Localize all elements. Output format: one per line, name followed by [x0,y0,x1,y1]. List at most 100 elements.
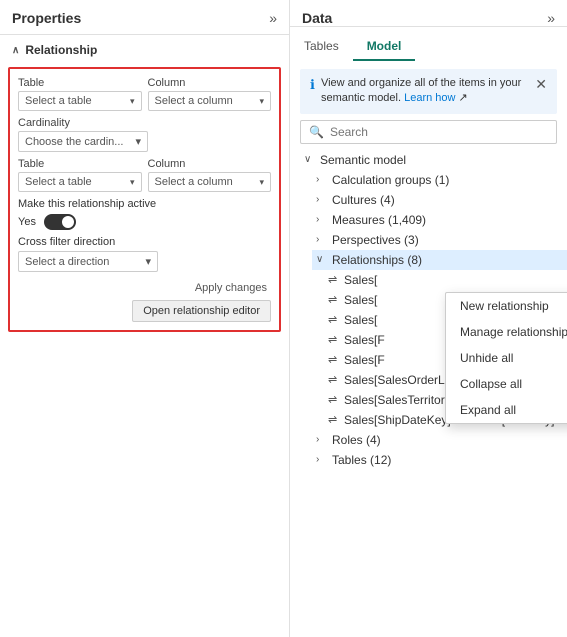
cross-filter-section: Cross filter direction Select a directio… [18,236,271,272]
context-menu-manage-relationships[interactable]: Manage relationships [446,319,567,345]
cross-filter-label: Cross filter direction [18,236,271,248]
tree-item-label: Perspectives (3) [332,233,419,247]
tree-item-relationships[interactable]: ∨ Relationships (8) [312,250,567,270]
tree-rel-label-4: Sales[F [344,353,385,367]
chevron-roles: › [316,434,328,445]
toggle-yes-label: Yes [18,216,36,228]
context-menu-collapse-all[interactable]: Collapse all [446,371,567,397]
table1-group: Table Select a table ▾ [18,77,142,111]
button-row: Apply changes Open relationship editor [18,280,271,322]
tree-item-label: Measures (1,409) [332,213,426,227]
panel-header: Properties » [0,0,289,35]
context-menu: New relationship Manage relationships Un… [445,292,567,424]
rel-icon-6: ⇌ [328,393,340,406]
learn-how-link[interactable]: Learn how [404,92,455,104]
direction-select[interactable]: Select a direction ▾ [18,251,158,272]
column2-value: Select a column [155,176,233,188]
rel-icon-2: ⇌ [328,313,340,326]
right-title: Data [302,10,332,26]
panel-title: Properties [12,10,81,26]
tree-rel-label-1: Sales[ [344,293,377,307]
chevron-calc: › [316,174,328,185]
rel-icon-1: ⇌ [328,293,340,306]
tree-item-label: Relationships (8) [332,253,422,267]
table2-select[interactable]: Select a table ▾ [18,172,142,192]
table2-value: Select a table [25,176,92,188]
section-header: ∧ Relationship [0,35,289,63]
active-row: Make this relationship active Yes [18,198,271,230]
tree-rel-label-3: Sales[F [344,333,385,347]
search-icon: 🔍 [309,125,324,139]
table1-label: Table [18,77,142,89]
cardinality-label: Cardinality [18,117,271,129]
table1-value: Select a table [25,95,92,107]
table-column-row2: Table Select a table ▾ Column Select a c… [18,158,271,192]
search-bar: 🔍 [300,120,557,144]
active-label: Make this relationship active [18,198,271,210]
relationship-box: Table Select a table ▾ Column Select a c… [8,67,281,332]
tree-root-chevron: ∨ [304,154,316,165]
info-bar: ℹ View and organize all of the items in … [300,69,557,114]
column1-select[interactable]: Select a column ▾ [148,91,272,111]
tree-root-label: Semantic model [320,153,406,167]
rel-icon-0: ⇌ [328,273,340,286]
column1-label: Column [148,77,272,89]
expand-icon[interactable]: » [269,10,277,26]
table2-label: Table [18,158,142,170]
active-toggle[interactable] [44,214,76,230]
section-label: Relationship [25,43,97,57]
info-text: View and organize all of the items in yo… [321,76,525,107]
cardinality-select[interactable]: Choose the cardin... ▾ [18,131,148,152]
rel-icon-4: ⇌ [328,353,340,366]
tree-root[interactable]: ∨ Semantic model [300,150,567,170]
tree-item-tables[interactable]: › Tables (12) [312,450,567,470]
tree-item-label: Cultures (4) [332,193,395,207]
column2-group: Column Select a column ▾ [148,158,272,192]
search-input[interactable] [330,125,548,139]
info-close-button[interactable]: ✕ [535,76,547,93]
left-panel: Properties » ∧ Relationship Table Select… [0,0,290,637]
apply-changes-button[interactable]: Apply changes [191,280,271,296]
context-menu-expand-all[interactable]: Expand all [446,397,567,423]
column1-group: Column Select a column ▾ [148,77,272,111]
tree-rel-label-0: Sales[ [344,273,377,287]
context-menu-unhide-all[interactable]: Unhide all [446,345,567,371]
table-column-row1: Table Select a table ▾ Column Select a c… [18,77,271,111]
rel-icon-7: ⇌ [328,413,340,426]
tab-tables[interactable]: Tables [290,33,353,61]
cardinality-row: Cardinality Choose the cardin... ▾ [18,117,271,152]
tree-item-calc-groups[interactable]: › Calculation groups (1) [312,170,567,190]
rel-icon-5: ⇌ [328,373,340,386]
column2-select[interactable]: Select a column ▾ [148,172,272,192]
chevron-relationships: ∨ [316,254,328,265]
cardinality-value: Choose the cardin... [25,136,123,148]
tree-item-label: Roles (4) [332,433,381,447]
context-menu-new-relationship[interactable]: New relationship [446,293,567,319]
tree-rel-item-0[interactable]: ⇌ Sales[ [324,270,567,290]
table1-caret: ▾ [130,96,135,107]
cardinality-caret: ▾ [135,135,141,148]
table1-select[interactable]: Select a table ▾ [18,91,142,111]
tree-item-roles[interactable]: › Roles (4) [312,430,567,450]
tree-item-perspectives[interactable]: › Perspectives (3) [312,230,567,250]
table2-group: Table Select a table ▾ [18,158,142,192]
column2-caret: ▾ [259,177,264,188]
tree-item-measures[interactable]: › Measures (1,409) [312,210,567,230]
column1-value: Select a column [155,95,233,107]
chevron-cultures: › [316,194,328,205]
chevron-measures: › [316,214,328,225]
column2-label: Column [148,158,272,170]
tree-item-label: Tables (12) [332,453,391,467]
tree-item-cultures[interactable]: › Cultures (4) [312,190,567,210]
tab-model[interactable]: Model [353,33,416,61]
chevron-icon: ∧ [12,45,19,56]
info-icon: ℹ [310,77,315,93]
open-editor-button[interactable]: Open relationship editor [132,300,271,322]
toggle-row: Yes [18,214,271,230]
toggle-knob [62,216,74,228]
rel-icon-3: ⇌ [328,333,340,346]
right-expand-icon[interactable]: » [547,10,555,26]
chevron-perspectives: › [316,234,328,245]
tree-rel-label-2: Sales[ [344,313,377,327]
right-panel: Data » Tables Model ℹ View and organize … [290,0,567,637]
